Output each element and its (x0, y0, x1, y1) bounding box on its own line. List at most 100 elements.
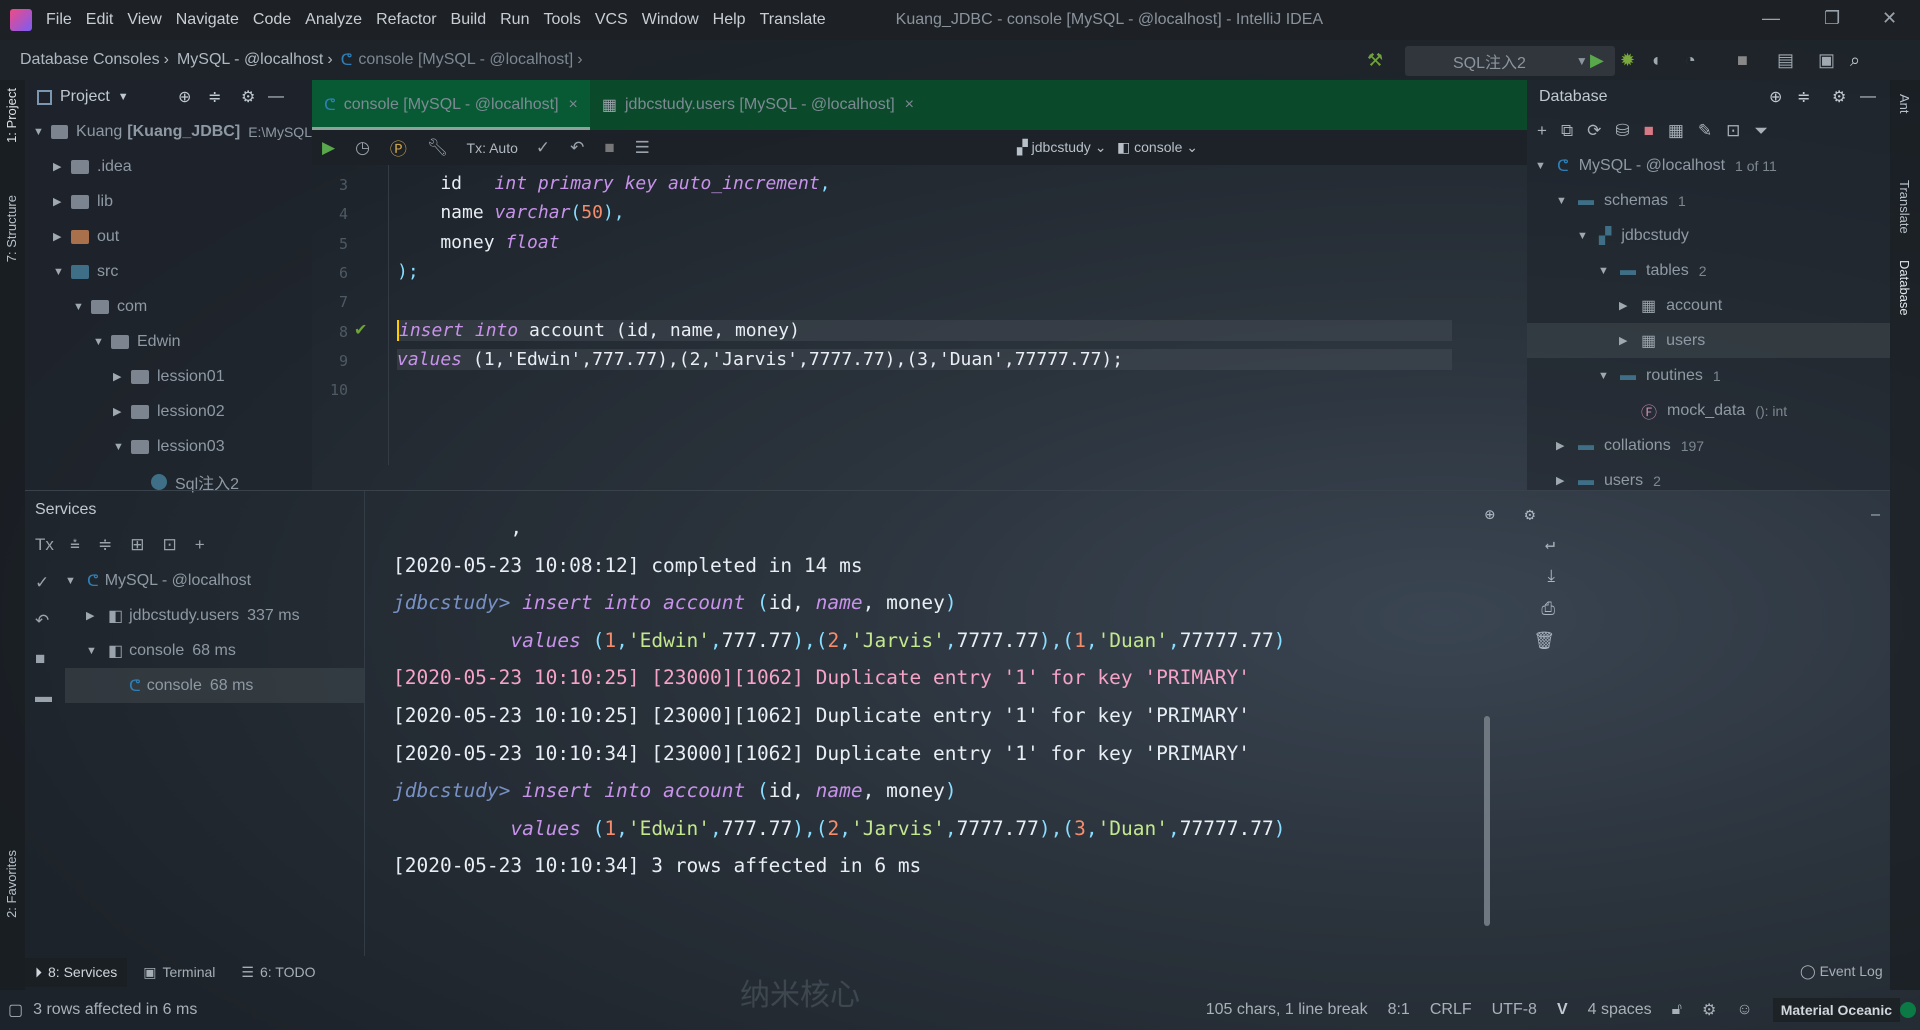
profile-icon[interactable]: ◔ (1685, 50, 1696, 71)
session-select[interactable]: ◧ console ⌄ (1117, 139, 1198, 156)
code-area[interactable]: 3 4 5 6 7 8 ✔ 9 10 id int primary key auto_incre… (312, 165, 1527, 465)
commit-icon[interactable]: ✓ (536, 138, 550, 158)
event-log-button[interactable]: ◯ Event Log (1800, 963, 1883, 980)
stop-icon[interactable]: ■ (604, 138, 614, 158)
database-tree-item[interactable]: ▼ ▞ jdbcstudy (1527, 218, 1890, 253)
collapsed-arrow-icon[interactable]: ▶ (53, 195, 71, 208)
menu-run[interactable]: Run (500, 11, 529, 29)
restore-button[interactable]: ❐ (1824, 8, 1840, 29)
menu-build[interactable]: Build (451, 11, 487, 29)
ant-tool-button[interactable]: Ant (1897, 94, 1912, 114)
indent-setting[interactable]: 4 spaces (1588, 1001, 1652, 1019)
menu-analyze[interactable]: Analyze (305, 11, 362, 29)
breadcrumb-item[interactable]: Database Consoles (20, 51, 160, 69)
locate-icon[interactable]: ⊕ (1485, 505, 1495, 525)
expand-all-icon[interactable]: ⩮ (70, 535, 80, 555)
menu-code[interactable]: Code (253, 11, 291, 29)
structure-tool-button[interactable]: 7: Structure (4, 195, 19, 262)
hector-icon[interactable]: ☺ (1736, 1001, 1752, 1019)
expanded-arrow-icon[interactable]: ▼ (86, 645, 104, 657)
breadcrumb-item[interactable]: console [MySQL - @localhost] (358, 51, 573, 69)
run-configuration-select[interactable]: SQL注入2 ▼ (1405, 46, 1615, 76)
breadcrumb-item[interactable]: MySQL - @localhost (177, 51, 323, 69)
menu-refactor[interactable]: Refactor (376, 11, 436, 29)
menu-navigate[interactable]: Navigate (176, 11, 239, 29)
close-button[interactable]: ✕ (1882, 8, 1897, 29)
project-tree-item[interactable]: ▶ .idea (25, 149, 312, 184)
clear-icon[interactable]: 🗑︎ (1533, 631, 1555, 651)
refresh-icon[interactable]: ⟳ (1587, 121, 1601, 141)
project-view-select[interactable]: Project (60, 88, 110, 106)
gear-icon[interactable]: ⚙ (1525, 505, 1535, 525)
expanded-arrow-icon[interactable]: ▼ (73, 301, 91, 313)
collapsed-arrow-icon[interactable]: ▶ (1556, 439, 1574, 452)
new-tab-icon[interactable]: ⊡ (162, 535, 176, 555)
menu-help[interactable]: Help (713, 11, 746, 29)
menu-translate[interactable]: Translate (760, 11, 826, 29)
project-tree-item[interactable]: ▶ lib (25, 184, 312, 219)
collapsed-arrow-icon[interactable]: ▶ (1619, 334, 1637, 347)
favorites-tool-button[interactable]: 2: Favorites (4, 850, 19, 918)
hide-icon[interactable]: — (1860, 88, 1876, 106)
vim-icon[interactable]: V (1557, 1001, 1568, 1019)
build-hammer-icon[interactable]: ⚒ (1367, 50, 1383, 71)
service-tree-item[interactable]: ᕦ console 68 ms (65, 668, 364, 703)
soft-wrap-icon[interactable]: ↵ (1545, 534, 1555, 554)
toggle-tool-windows-icon[interactable]: ▢ (8, 1000, 23, 1020)
database-tree-item[interactable]: ▶ ▬ collations 197 (1527, 428, 1890, 463)
collapse-all-icon[interactable]: ≑ (208, 87, 221, 107)
database-tree-item[interactable]: ▼ ▬ routines 1 (1527, 358, 1890, 393)
collapse-all-icon[interactable]: ≑ (98, 535, 112, 555)
expanded-arrow-icon[interactable]: ▼ (65, 575, 83, 587)
expanded-arrow-icon[interactable]: ▼ (1598, 265, 1616, 277)
expanded-arrow-icon[interactable]: ▼ (53, 266, 71, 278)
tool-tab[interactable]: ☰ 6: TODO (231, 958, 325, 987)
line-separator[interactable]: CRLF (1430, 1001, 1472, 1019)
hide-icon[interactable]: — (1871, 505, 1880, 523)
debug-icon[interactable]: ✹ (1620, 50, 1635, 71)
disconnect-icon[interactable]: ■ (1644, 121, 1654, 141)
minimize-button[interactable]: — (1762, 8, 1780, 29)
gear-icon[interactable]: ⚙ (1832, 87, 1846, 107)
lock-icon[interactable]: 🔓︎ (1672, 1001, 1682, 1019)
expanded-arrow-icon[interactable]: ▼ (1556, 195, 1574, 207)
menu-view[interactable]: View (127, 11, 161, 29)
database-tree-item[interactable]: ▼ ᕦ MySQL - @localhost 1 of 11 (1527, 148, 1890, 183)
settings-wrench-icon[interactable]: 🔧︎ (427, 138, 449, 158)
editor-tab[interactable]: ▦ jdbcstudy.users [MySQL - @localhost] × (590, 80, 926, 130)
database-tree-item[interactable]: ▼ ▬ tables 2 (1527, 253, 1890, 288)
tx-mode-button[interactable]: Tx (35, 535, 54, 555)
project-tool-button[interactable]: 1: Project (4, 88, 19, 143)
project-tree-item[interactable]: ▼ lession03 (25, 429, 312, 464)
translate-tool-button[interactable]: Translate (1897, 180, 1912, 234)
edit-icon[interactable]: ✎ (1698, 121, 1712, 141)
scroll-to-end-icon[interactable]: ⤓ (1547, 566, 1555, 586)
copy-icon[interactable]: ⧉ (1561, 121, 1573, 141)
add-service-icon[interactable]: + (195, 535, 205, 555)
console-scrollbar[interactable] (1484, 716, 1490, 926)
file-encoding[interactable]: UTF-8 (1492, 1001, 1537, 1019)
tool-tab[interactable]: ⏵ 8: Services (25, 958, 128, 987)
commit-icon[interactable]: ✓ (35, 573, 54, 593)
add-icon[interactable]: + (1537, 121, 1547, 141)
collapse-all-icon[interactable]: ≑ (1797, 87, 1810, 107)
service-tree-item[interactable]: ▼ ᕦ MySQL - @localhost (65, 563, 364, 598)
collapsed-arrow-icon[interactable]: ▶ (113, 405, 131, 418)
layout-icon[interactable]: ▬ (35, 687, 54, 707)
menu-file[interactable]: File (46, 11, 72, 29)
project-tree-item[interactable]: ▼ src (25, 254, 312, 289)
database-tree-item[interactable]: ▶ ▦ account (1527, 288, 1890, 323)
filter-icon[interactable]: ⏷ (1754, 121, 1768, 141)
menu-vcs[interactable]: VCS (595, 11, 628, 29)
collapsed-arrow-icon[interactable]: ▶ (1556, 474, 1574, 487)
history-icon[interactable]: ◷ (355, 138, 370, 158)
execute-icon[interactable]: ▶ (322, 138, 335, 158)
stop-icon[interactable]: ■ (35, 649, 54, 669)
output-layout-icon[interactable]: ☰ (635, 138, 650, 158)
menu-tools[interactable]: Tools (543, 11, 580, 29)
editor-tab[interactable]: ᕦ console [MySQL - @localhost] × (312, 80, 590, 130)
stop-icon[interactable]: ■ (1737, 50, 1748, 71)
expanded-arrow-icon[interactable]: ▼ (1598, 370, 1616, 382)
menu-window[interactable]: Window (642, 11, 699, 29)
coverage-icon[interactable]: ◖ (1650, 50, 1661, 71)
